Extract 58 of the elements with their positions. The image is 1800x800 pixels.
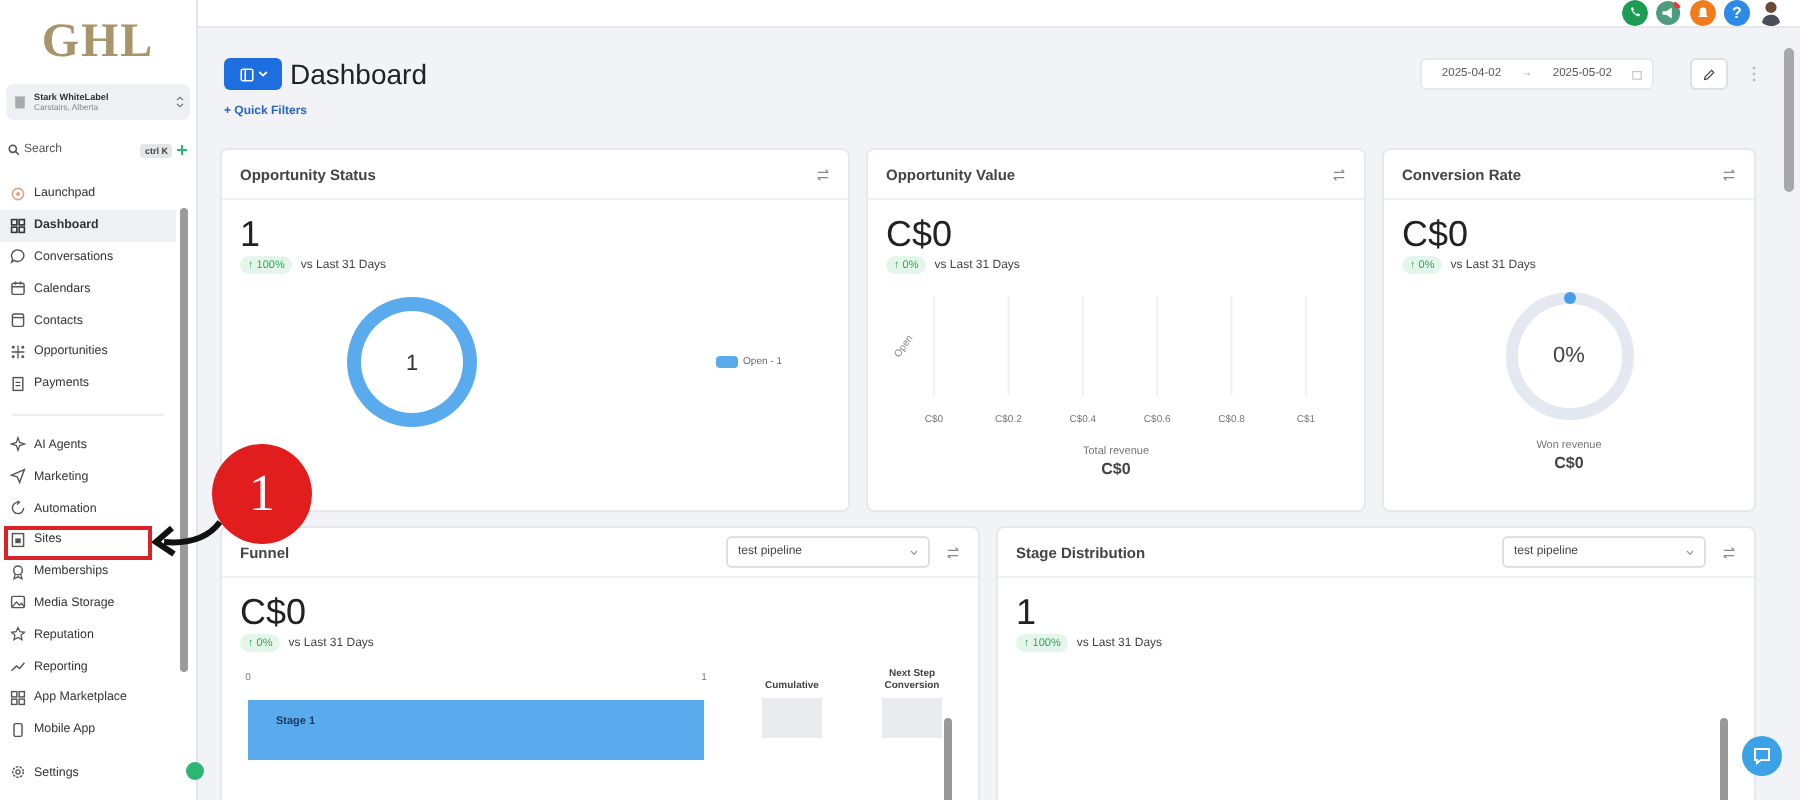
panel-icon (239, 67, 253, 81)
chevron-icon (1686, 549, 1694, 555)
donut-slice (347, 297, 477, 427)
grid-icon (10, 689, 26, 706)
gear-icon (10, 764, 26, 781)
dots-icon (10, 343, 26, 360)
swap-icon[interactable] (946, 545, 960, 559)
page-icon (10, 531, 26, 548)
edit-button[interactable] (1690, 58, 1728, 90)
total-value: C$0 (1099, 460, 1133, 478)
pencil-icon (1702, 67, 1716, 81)
avatar-icon[interactable] (1758, 0, 1784, 26)
scrollbar[interactable] (180, 208, 188, 672)
phone-icon (10, 721, 26, 738)
swap-icon[interactable] (816, 167, 830, 181)
metric-value: 1 (1016, 592, 1039, 632)
metric-value: C$0 (240, 592, 309, 632)
chat-bubble-icon (10, 248, 26, 265)
legend-swatch (715, 356, 738, 368)
chevron-icon (910, 549, 918, 555)
chat-icon (1752, 746, 1772, 766)
layout-menu-button[interactable] (224, 58, 282, 90)
metric-value: 1 (240, 214, 263, 254)
pointer-arrow (152, 518, 224, 562)
phone-icon[interactable] (1622, 0, 1648, 26)
search-icon (8, 144, 20, 156)
swap-icon[interactable] (1332, 167, 1346, 181)
chevron-icon (257, 70, 267, 78)
circle-arrow-icon (10, 500, 26, 517)
value-cell (882, 698, 942, 738)
card-icon (10, 312, 26, 329)
swap-icon[interactable] (1722, 545, 1736, 559)
star-icon (10, 626, 26, 643)
help-button[interactable]: ? (1724, 0, 1750, 26)
metric-value: C$0 (1402, 214, 1471, 254)
donut-center-value: 1 (405, 352, 419, 376)
ring-icon (10, 185, 26, 202)
trend-line-icon (10, 658, 26, 675)
scrollbar[interactable] (1784, 48, 1794, 192)
grid-icon (10, 217, 26, 234)
paper-plane-icon (10, 468, 26, 485)
gauge-start-dot (1563, 292, 1575, 304)
megaphone-icon[interactable] (1656, 0, 1682, 26)
metric-value: C$0 (886, 214, 955, 254)
status-dot-icon (186, 762, 204, 780)
gauge-track (1505, 292, 1633, 420)
bell-icon[interactable] (1690, 0, 1716, 26)
total-value: C$0 (1552, 454, 1586, 472)
ribbon-icon (10, 563, 26, 580)
page-title: Dashboard (290, 58, 429, 90)
image-icon (10, 594, 26, 611)
document-icon (10, 375, 26, 392)
chat-widget-button[interactable] (1742, 736, 1782, 776)
plus-icon[interactable] (176, 144, 188, 156)
sparkle-icon (10, 436, 26, 453)
swap-icon[interactable] (1722, 167, 1736, 181)
chevron-updown-icon (176, 96, 184, 108)
gauge-reading: 0% (1553, 344, 1585, 368)
